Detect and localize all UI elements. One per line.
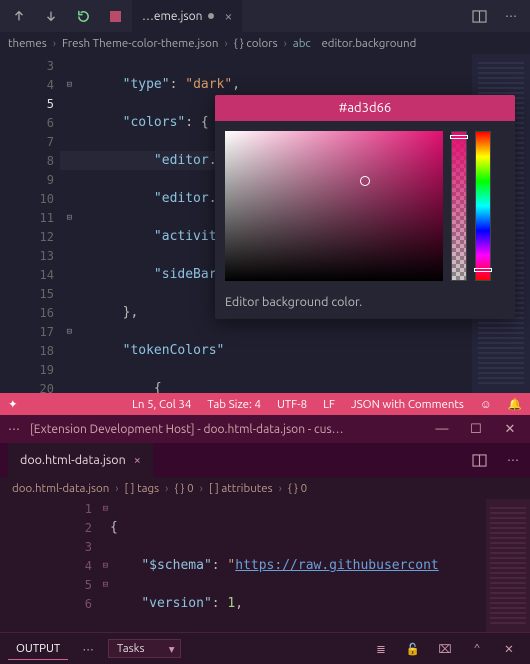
- tab-label: doo.html-data.json: [20, 453, 126, 467]
- bottom-titlebar: ⋯ [Extension Development Host] - doo.htm…: [0, 415, 530, 443]
- bottom-tabbar: doo.html-data.json × ⋯: [0, 443, 530, 477]
- reload-icon[interactable]: [68, 2, 98, 30]
- panel-tab-output[interactable]: OUTPUT: [8, 638, 68, 660]
- panel-channel-select[interactable]: Tasks: [108, 639, 182, 658]
- breadcrumb-item[interactable]: themes: [8, 37, 47, 50]
- tab-close-icon[interactable]: ×: [134, 453, 141, 467]
- editor-tab[interactable]: …eme.json ×: [132, 0, 242, 32]
- feedback-icon[interactable]: ☺: [472, 393, 500, 415]
- top-editor[interactable]: 3 4⊟ 5 6 7 8 9 10 11⊟ 12 13 14 15 16 17⊟…: [0, 54, 530, 393]
- window-maximize-icon[interactable]: ☐: [464, 422, 488, 437]
- line-gutter: 1⊟ 2 3 4⊟ 5⊟ 6: [0, 499, 110, 632]
- more-actions-icon[interactable]: ⋯: [496, 9, 526, 23]
- breadcrumb-item[interactable]: Fresh Theme-color-theme.json: [62, 37, 219, 50]
- window-close-icon[interactable]: ✕: [498, 422, 522, 437]
- line-gutter: 3 4⊟ 5 6 7 8 9 10 11⊟ 12 13 14 15 16 17⊟…: [0, 54, 60, 393]
- top-titlebar: …eme.json × ⋯: [0, 0, 530, 32]
- color-picker-description: Editor background color.: [215, 291, 515, 319]
- color-picker: #ad3d66 Editor background color.: [215, 95, 515, 319]
- bottom-window: ⋯ [Extension Development Host] - doo.htm…: [0, 415, 530, 664]
- go-forward-icon[interactable]: [36, 2, 66, 30]
- more-actions-icon[interactable]: ⋯: [496, 443, 530, 477]
- color-picker-saturation[interactable]: [225, 131, 443, 281]
- alpha-thumb[interactable]: [450, 135, 468, 139]
- status-ln-col[interactable]: Ln 5, Col 34: [124, 393, 199, 415]
- breadcrumb-item[interactable]: abc editor.background: [293, 37, 417, 50]
- bottom-breadcrumbs[interactable]: doo.html-data.json› [ ] tags› { } 0› [ ]…: [0, 477, 530, 499]
- color-picker-thumb[interactable]: [360, 176, 370, 186]
- tab-modified-indicator: [208, 13, 214, 19]
- window-minimize-icon[interactable]: —: [430, 422, 454, 436]
- notifications-icon[interactable]: 🔔: [500, 393, 530, 415]
- tab-close-icon[interactable]: ×: [224, 8, 232, 24]
- minimap[interactable]: [486, 499, 530, 632]
- go-back-icon[interactable]: [4, 2, 34, 30]
- app-menu-icon[interactable]: ⋯: [8, 422, 20, 436]
- status-remote-icon[interactable]: ✦: [0, 393, 26, 415]
- code-content[interactable]: { "$schema": "https://raw.githubusercont…: [110, 499, 486, 632]
- editor-tab[interactable]: doo.html-data.json ×: [8, 443, 153, 477]
- bottom-panel-bar: OUTPUT ⋯ Tasks ≣ 🔓 ⌧ ^ ✕: [0, 632, 530, 664]
- split-editor-icon[interactable]: [464, 10, 494, 23]
- tab-label: …eme.json: [142, 10, 202, 23]
- status-language[interactable]: JSON with Comments: [343, 393, 472, 415]
- panel-clear-icon[interactable]: ⌧: [432, 642, 458, 656]
- stop-icon[interactable]: [100, 2, 130, 30]
- breadcrumb-item[interactable]: { } colors: [234, 37, 278, 50]
- panel-more-icon[interactable]: ⋯: [74, 638, 102, 660]
- hue-thumb[interactable]: [474, 268, 492, 272]
- panel-maximize-icon[interactable]: ^: [464, 642, 490, 655]
- color-picker-alpha[interactable]: [451, 131, 467, 281]
- top-breadcrumbs[interactable]: themes› Fresh Theme-color-theme.json› { …: [0, 32, 530, 54]
- panel-lock-icon[interactable]: 🔓: [400, 642, 426, 656]
- split-editor-icon[interactable]: [462, 443, 496, 477]
- window-title: [Extension Development Host] - doo.html-…: [30, 423, 344, 436]
- status-tab-size[interactable]: Tab Size: 4: [199, 393, 269, 415]
- status-eol[interactable]: LF: [315, 393, 343, 415]
- color-picker-hex[interactable]: #ad3d66: [215, 95, 515, 121]
- top-statusbar: ✦ Ln 5, Col 34 Tab Size: 4 UTF-8 LF JSON…: [0, 393, 530, 415]
- bottom-editor[interactable]: 1⊟ 2 3 4⊟ 5⊟ 6 { "$schema": "https://raw…: [0, 499, 530, 632]
- top-window: …eme.json × ⋯ themes› Fresh Theme-color-…: [0, 0, 530, 415]
- color-picker-hue[interactable]: [475, 131, 491, 281]
- panel-close-icon[interactable]: ✕: [496, 642, 522, 656]
- panel-filter-icon[interactable]: ≣: [368, 642, 394, 656]
- status-encoding[interactable]: UTF-8: [269, 393, 315, 415]
